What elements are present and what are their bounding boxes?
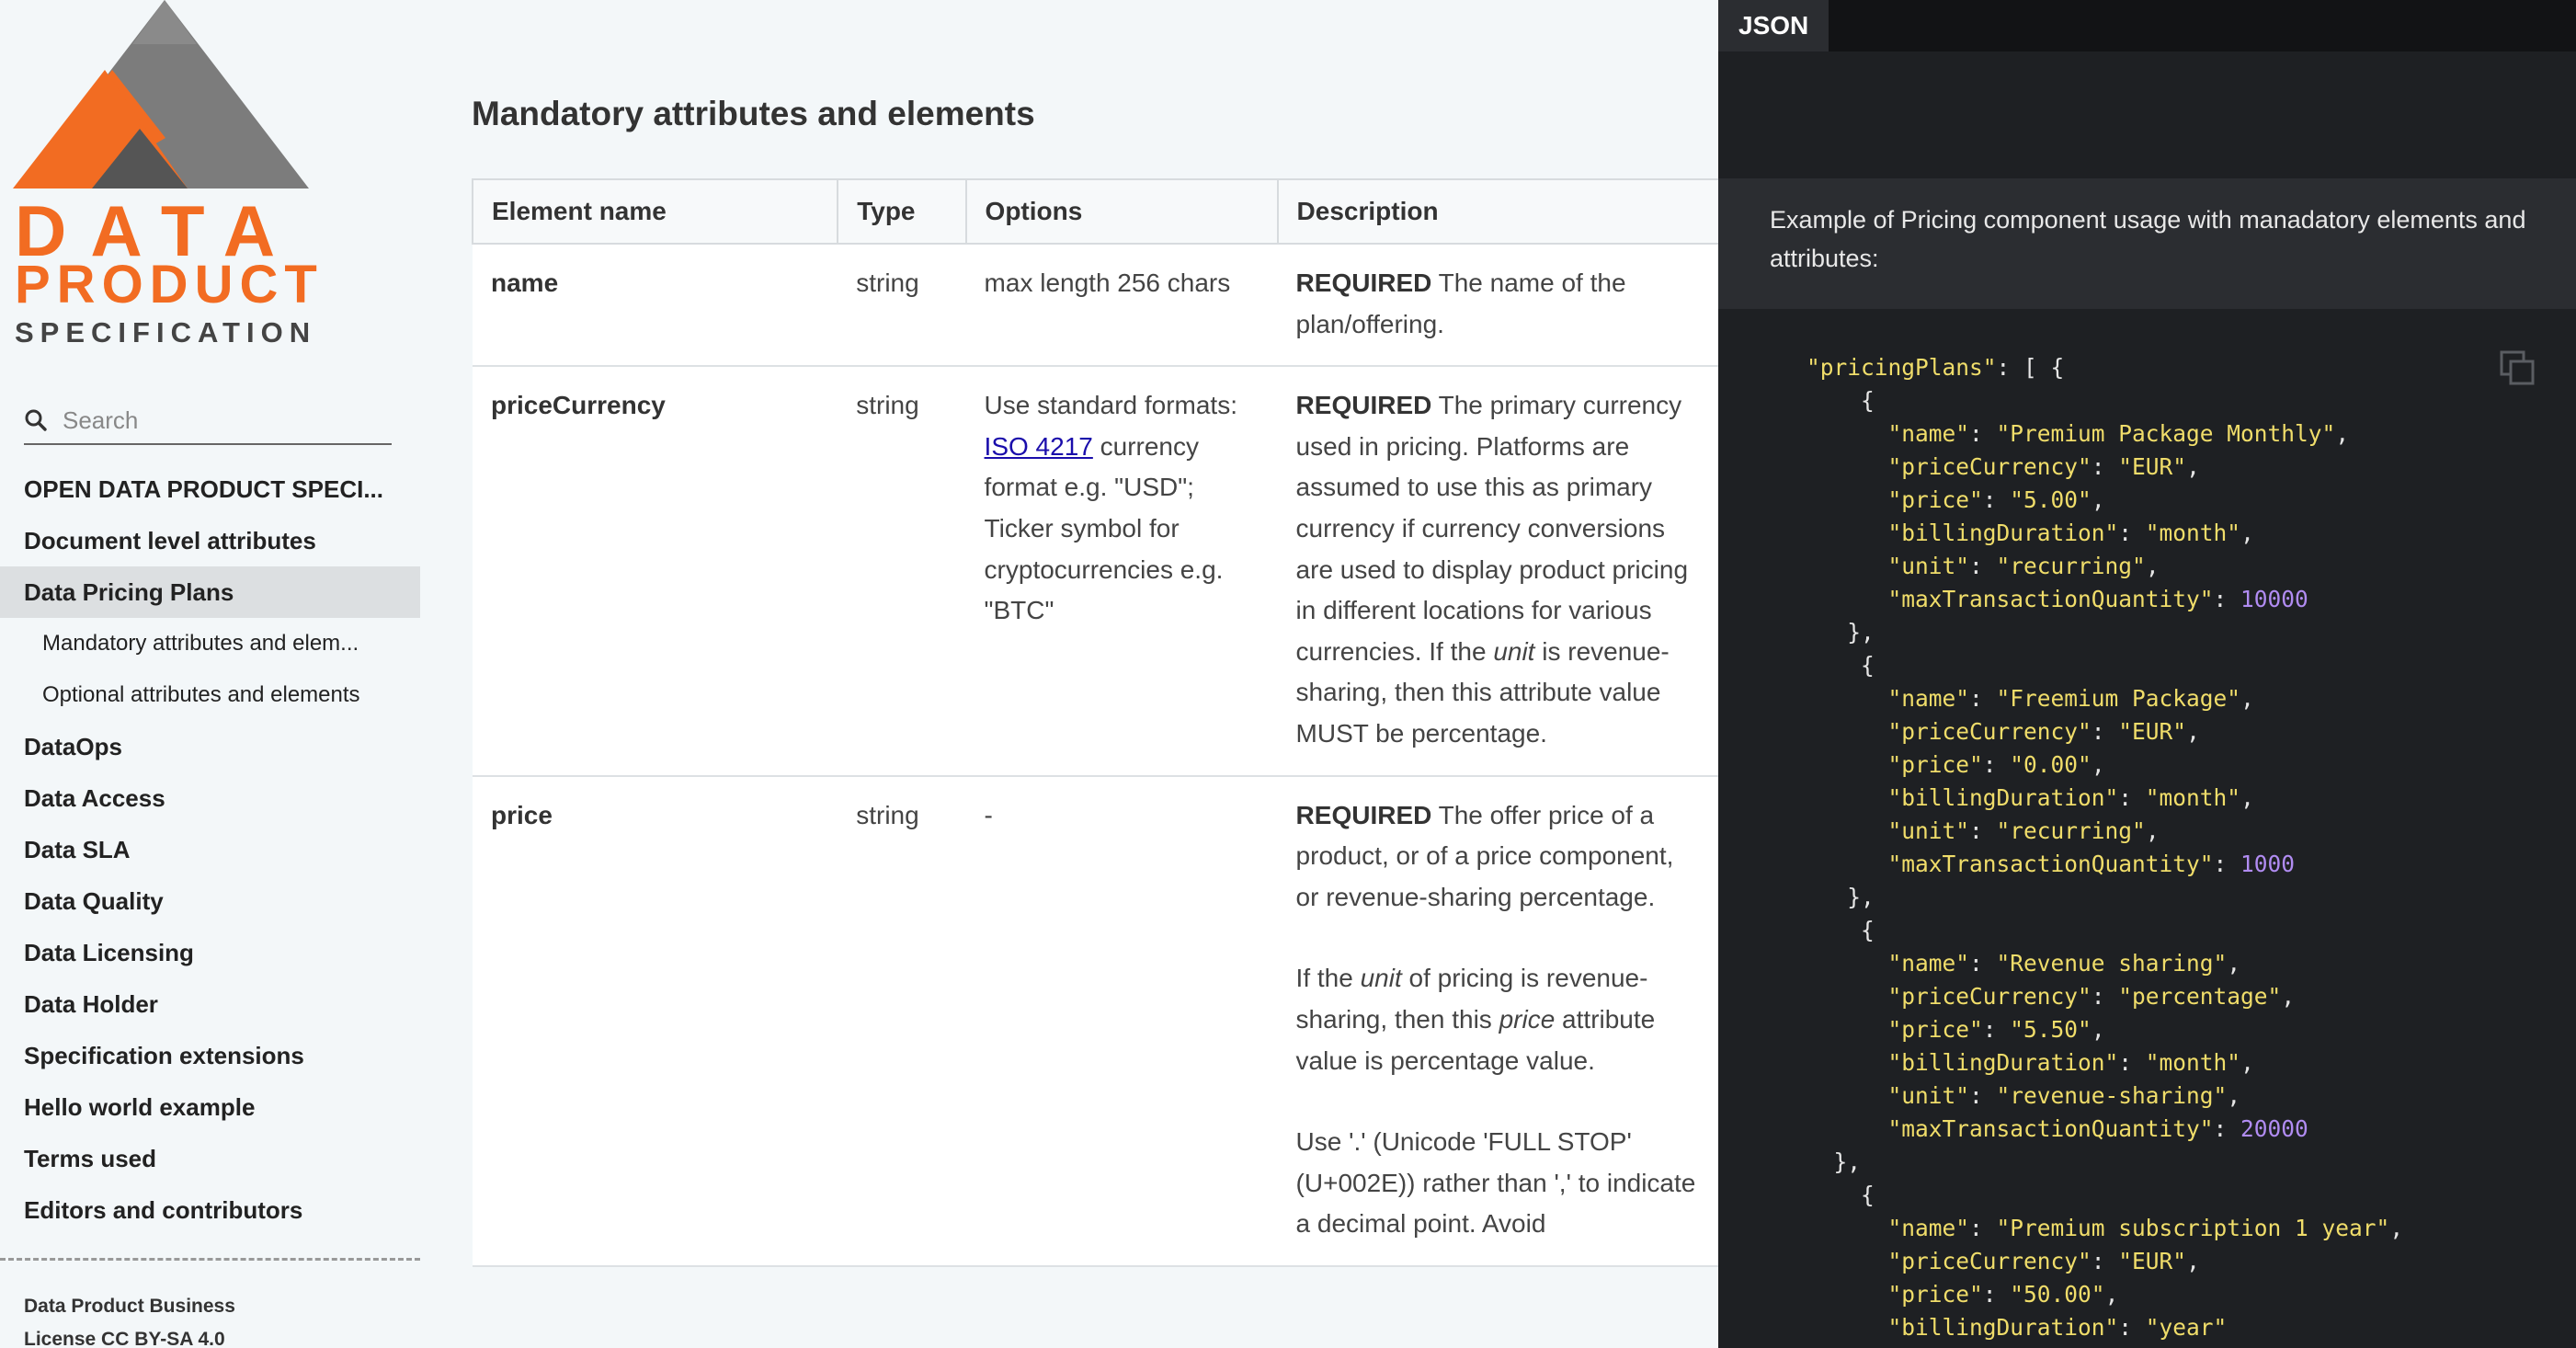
code-tabs: JSON	[1718, 0, 2576, 51]
cell-options: -	[965, 775, 1278, 1267]
top-band	[420, 0, 1718, 55]
description-paragraph: REQUIRED The offer price of a product, o…	[1296, 795, 1701, 919]
table-of-contents: OPEN DATA PRODUCT SPECI... Document leve…	[0, 463, 420, 1236]
copy-icon[interactable]	[2499, 349, 2536, 386]
required-label: REQUIRED	[1295, 800, 1432, 829]
table-row: name string max length 256 chars REQUIRE…	[473, 244, 1718, 368]
main-content: Mandatory attributes and elements Elemen…	[420, 0, 1718, 1348]
section-heading: Mandatory attributes and elements	[472, 95, 1035, 132]
logo[interactable]: DATA PRODUCT SPECIFICATION	[13, 0, 324, 349]
json-code-block: "pricingPlans": [ { { "name": "Premium P…	[1718, 309, 2576, 1348]
footer-line-business[interactable]: Data Product Business	[0, 1290, 420, 1323]
search-input[interactable]	[61, 405, 377, 436]
json-intro-text: Example of Pricing component usage with …	[1770, 206, 2526, 272]
toc-item-data-sla[interactable]: Data SLA	[0, 824, 420, 875]
description-paragraph: Use '.' (Unicode 'FULL STOP' (U+002E)) r…	[1295, 1127, 1696, 1239]
column-header-options: Options	[964, 178, 1279, 245]
json-code: "pricingPlans": [ { { "name": "Premium P…	[1807, 354, 2404, 1341]
cell-type: string	[838, 366, 966, 777]
table-header-row: Element name Type Options Description	[471, 178, 1718, 245]
cell-description: REQUIRED The primary currency used in pr…	[1277, 366, 1718, 777]
json-intro: Example of Pricing component usage with …	[1718, 178, 2576, 309]
sidebar: DATA PRODUCT SPECIFICATION OPEN DATA PRO…	[0, 0, 420, 1348]
toc-item-editors-and-contributors[interactable]: Editors and contributors	[0, 1184, 420, 1236]
toc-item-data-holder[interactable]: Data Holder	[0, 978, 420, 1030]
cell-element-name: priceCurrency	[473, 366, 838, 777]
json-example-panel: JSON Example of Pricing component usage …	[1718, 0, 2576, 1348]
tab-json[interactable]: JSON	[1718, 0, 1829, 51]
cell-options: max length 256 chars	[965, 244, 1278, 368]
logo-text-product: PRODUCT	[15, 255, 324, 314]
cell-options: Use standard formats: ISO 4217 currency …	[965, 366, 1278, 777]
toc-item-specification-extensions[interactable]: Specification extensions	[0, 1030, 420, 1081]
search-icon	[25, 409, 47, 431]
column-header-description: Description	[1276, 178, 1718, 245]
attributes-table: Element name Type Options Description na…	[471, 178, 1718, 1267]
description-emphasis: unit	[1360, 964, 1402, 993]
triangle-logo-icon	[13, 0, 309, 188]
description-text: The primary currency used in pricing. Pl…	[1295, 391, 1689, 666]
description-paragraph: If the unit of pricing is revenue-sharin…	[1296, 958, 1701, 1081]
column-header-type: Type	[837, 178, 967, 245]
column-header-element-name: Element name	[471, 178, 839, 245]
toc-item-terms-used[interactable]: Terms used	[0, 1133, 420, 1184]
sidebar-footer: Data Product Business License CC BY-SA 4…	[0, 1258, 420, 1348]
table-row: price string - REQUIRED The offer price …	[473, 775, 1718, 1267]
content-area: Mandatory attributes and elements Elemen…	[420, 53, 1718, 1348]
cell-element-name: price	[473, 775, 838, 1267]
toc-item-data-licensing[interactable]: Data Licensing	[0, 927, 420, 978]
description-text: If the	[1295, 964, 1361, 993]
cell-type: string	[838, 775, 966, 1267]
toc-subitem-optional-attributes[interactable]: Optional attributes and elements	[0, 669, 420, 721]
cell-element-name: name	[473, 244, 838, 368]
required-label: REQUIRED	[1295, 391, 1432, 420]
toc-item-open-data-product-spec[interactable]: OPEN DATA PRODUCT SPECI...	[0, 463, 420, 515]
toc-subitem-mandatory-attributes[interactable]: Mandatory attributes and elem...	[0, 618, 420, 669]
toc-item-document-level-attributes[interactable]: Document level attributes	[0, 515, 420, 566]
table-row: priceCurrency string Use standard format…	[473, 366, 1718, 777]
description-emphasis: price	[1499, 1004, 1556, 1034]
toc-item-data-quality[interactable]: Data Quality	[0, 875, 420, 927]
toc-item-hello-world-example[interactable]: Hello world example	[0, 1081, 420, 1133]
iso-4217-link[interactable]: ISO 4217	[985, 432, 1093, 461]
logo-text-specification: SPECIFICATION	[15, 316, 317, 348]
toc-item-dataops[interactable]: DataOps	[0, 721, 420, 772]
options-text: Use standard formats:	[984, 391, 1237, 420]
options-text: currency format e.g. "USD"; Ticker symbo…	[984, 431, 1224, 625]
required-label: REQUIRED	[1295, 268, 1432, 297]
cell-description: REQUIRED The name of the plan/offering.	[1277, 244, 1718, 368]
cell-type: string	[838, 244, 966, 368]
toc-item-data-pricing-plans[interactable]: Data Pricing Plans	[0, 566, 420, 618]
cell-description: REQUIRED The offer price of a product, o…	[1277, 775, 1718, 1267]
search-box	[24, 397, 392, 445]
toc-item-data-access[interactable]: Data Access	[0, 772, 420, 824]
footer-line-license[interactable]: License CC BY-SA 4.0	[0, 1323, 420, 1348]
description-emphasis: unit	[1493, 636, 1535, 666]
